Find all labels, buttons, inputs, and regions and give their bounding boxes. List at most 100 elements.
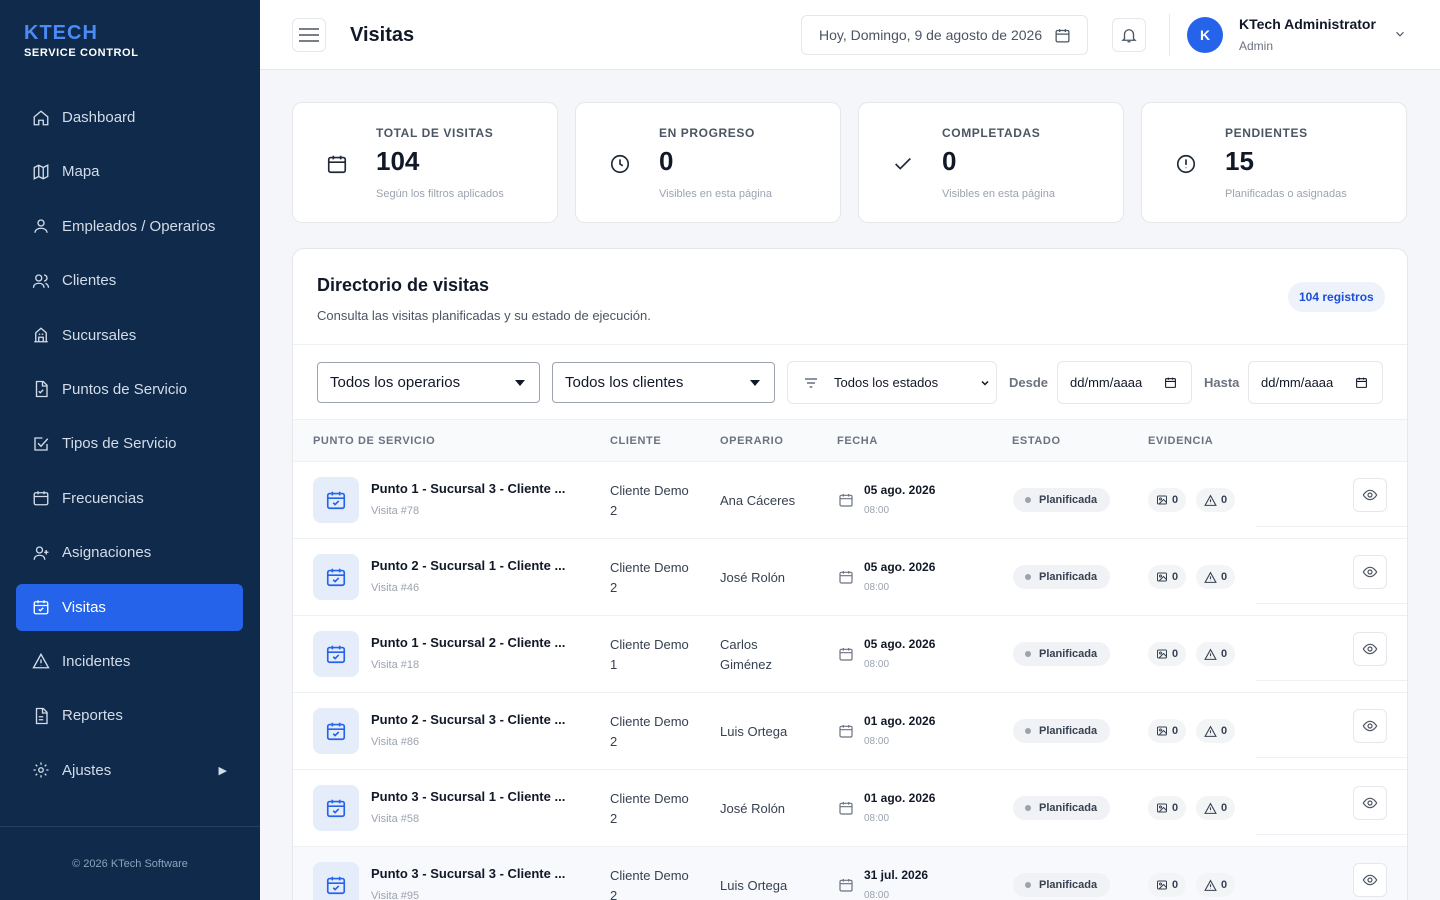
visit-number: Visita #78 xyxy=(371,505,420,517)
stat-label: TOTAL DE VISITAS xyxy=(376,126,494,140)
calendar-check-icon xyxy=(313,631,359,677)
user-name[interactable]: KTech Administrator xyxy=(1239,16,1376,32)
photo-evidence-badge: 0 xyxy=(1148,719,1187,743)
column-header[interactable]: PUNTO DE SERVICIO xyxy=(313,435,435,447)
view-visit-button[interactable] xyxy=(1353,709,1387,743)
table-row[interactable]: Punto 1 - Sucursal 2 - Cliente ... Visita… xyxy=(293,616,1407,693)
view-visit-button[interactable] xyxy=(1353,863,1387,897)
sidebar-item-sucursales[interactable]: Sucursales xyxy=(16,312,243,359)
date-display[interactable]: Hoy, Domingo, 9 de agosto de 2026 xyxy=(801,15,1088,55)
user-icon xyxy=(32,217,50,235)
sidebar-item-ajustes[interactable]: Ajustes ▶ xyxy=(16,747,243,794)
photo-count: 0 xyxy=(1172,725,1179,737)
photo-evidence-badge: 0 xyxy=(1148,873,1187,897)
calendar-icon xyxy=(1055,29,1070,43)
chevron-down-icon[interactable] xyxy=(1393,27,1407,41)
check-icon xyxy=(895,157,911,170)
service-point-name[interactable]: Punto 3 - Sucursal 3 - Cliente ... xyxy=(371,866,565,881)
warning-icon xyxy=(1204,879,1217,892)
view-visit-button[interactable] xyxy=(1353,478,1387,512)
notifications-button[interactable] xyxy=(1112,18,1146,52)
sidebar-item-visitas[interactable]: Visitas xyxy=(16,583,243,631)
stat-value: 0 xyxy=(659,146,674,176)
sidebar-item-puntos-servicio[interactable]: Puntos de Servicio xyxy=(16,366,243,413)
estados-select[interactable]: Todos los estados xyxy=(787,361,997,404)
desde-date-input[interactable]: dd/mm/aaaa xyxy=(1057,361,1192,404)
table-row[interactable]: Punto 2 - Sucursal 3 - Cliente ... Visita… xyxy=(293,693,1407,770)
row-divider xyxy=(1256,526,1407,527)
operarios-select[interactable]: Todos los operarios xyxy=(317,362,540,403)
photo-count: 0 xyxy=(1172,648,1179,660)
service-point-name[interactable]: Punto 1 - Sucursal 3 - Cliente ... xyxy=(371,481,565,496)
sidebar-item-label: Asignaciones xyxy=(62,544,152,562)
service-point-name[interactable]: Punto 2 - Sucursal 1 - Cliente ... xyxy=(371,558,565,573)
calendar-icon xyxy=(838,800,854,821)
image-icon xyxy=(1156,725,1168,737)
incident-count: 0 xyxy=(1221,879,1228,891)
sidebar-item-tipos-servicio[interactable]: Tipos de Servicio xyxy=(16,420,243,467)
incident-evidence-badge: 0 xyxy=(1196,796,1236,820)
table-row[interactable]: Punto 2 - Sucursal 1 - Cliente ... Visita… xyxy=(293,539,1407,616)
calendar-icon xyxy=(838,569,854,590)
visit-number: Visita #58 xyxy=(371,813,420,825)
menu-toggle-button[interactable] xyxy=(292,18,326,52)
clientes-select-value: Todos los clientes xyxy=(565,374,684,391)
operator-name: Ana Cáceres xyxy=(720,493,796,508)
sidebar-item-label: Clientes xyxy=(62,272,117,290)
sidebar-item-asignaciones[interactable]: Asignaciones xyxy=(16,529,243,576)
sidebar-item-frecuencias[interactable]: Frecuencias xyxy=(16,475,243,522)
table-row[interactable]: Punto 3 - Sucursal 1 - Cliente ... Visita… xyxy=(293,770,1407,847)
stat-note: Visibles en esta página xyxy=(659,188,772,200)
table-row[interactable]: Punto 3 - Sucursal 3 - Cliente ... Visita… xyxy=(293,847,1407,900)
sidebar-item-clientes[interactable]: Clientes xyxy=(16,257,243,304)
view-visit-button[interactable] xyxy=(1353,555,1387,589)
filters-bar: Todos los operarios Todos los clientes T… xyxy=(293,344,1407,420)
eye-icon xyxy=(1362,564,1378,580)
image-icon xyxy=(1156,802,1168,814)
calendar-icon[interactable] xyxy=(1355,376,1368,389)
calendar-icon xyxy=(327,155,347,174)
calendar-check-icon xyxy=(313,554,359,600)
view-visit-button[interactable] xyxy=(1353,786,1387,820)
column-header[interactable]: OPERARIO xyxy=(720,435,783,447)
desde-label: Desde xyxy=(1009,375,1049,390)
column-header[interactable]: CLIENTE xyxy=(610,435,661,447)
calendar-icon[interactable] xyxy=(1164,376,1177,389)
warning-icon xyxy=(1204,648,1217,661)
status-dot xyxy=(1025,651,1031,657)
caret-down-icon xyxy=(515,380,525,386)
view-visit-button[interactable] xyxy=(1353,632,1387,666)
sidebar-item-incidentes[interactable]: Incidentes xyxy=(16,638,243,685)
service-point-name[interactable]: Punto 3 - Sucursal 1 - Cliente ... xyxy=(371,789,565,804)
column-header[interactable]: ESTADO xyxy=(1012,435,1061,447)
clientes-select[interactable]: Todos los clientes xyxy=(552,362,775,403)
table-row[interactable]: Punto 1 - Sucursal 3 - Cliente ... Visita… xyxy=(293,462,1407,539)
service-point-name[interactable]: Punto 2 - Sucursal 3 - Cliente ... xyxy=(371,712,565,727)
client-name: Cliente Demo 2 xyxy=(610,791,689,826)
top-header: Visitas Hoy, Domingo, 9 de agosto de 202… xyxy=(260,0,1440,70)
incident-evidence-badge: 0 xyxy=(1196,873,1236,897)
stat-value: 0 xyxy=(942,146,957,176)
sidebar-item-mapa[interactable]: Mapa xyxy=(16,148,243,195)
avatar[interactable]: K xyxy=(1187,17,1223,53)
hasta-label: Hasta xyxy=(1204,375,1240,390)
warning-icon xyxy=(1204,571,1217,584)
status-badge: Planificada xyxy=(1013,488,1111,512)
hasta-date-placeholder: dd/mm/aaaa xyxy=(1261,375,1334,390)
column-header[interactable]: FECHA xyxy=(837,435,878,447)
photo-count: 0 xyxy=(1172,494,1179,506)
sidebar-item-reportes[interactable]: Reportes xyxy=(16,692,243,739)
hasta-date-input[interactable]: dd/mm/aaaa xyxy=(1248,361,1383,404)
submenu-arrow-icon: ▶ xyxy=(218,764,227,777)
warning-icon xyxy=(1204,802,1217,815)
sidebar-item-dashboard[interactable]: Dashboard xyxy=(16,94,243,141)
sidebar-item-empleados[interactable]: Empleados / Operarios xyxy=(16,203,243,250)
calendar-check-icon xyxy=(313,477,359,523)
status-text: Planificada xyxy=(1039,802,1098,814)
visit-date: 31 jul. 2026 xyxy=(864,868,929,882)
brand-logo[interactable]: KTECH SERVICE CONTROL xyxy=(24,22,139,59)
column-header[interactable]: EVIDENCIA xyxy=(1148,435,1213,447)
service-point-name[interactable]: Punto 1 - Sucursal 2 - Cliente ... xyxy=(371,635,565,650)
warning-icon xyxy=(32,652,50,670)
calendar-icon xyxy=(32,489,50,507)
